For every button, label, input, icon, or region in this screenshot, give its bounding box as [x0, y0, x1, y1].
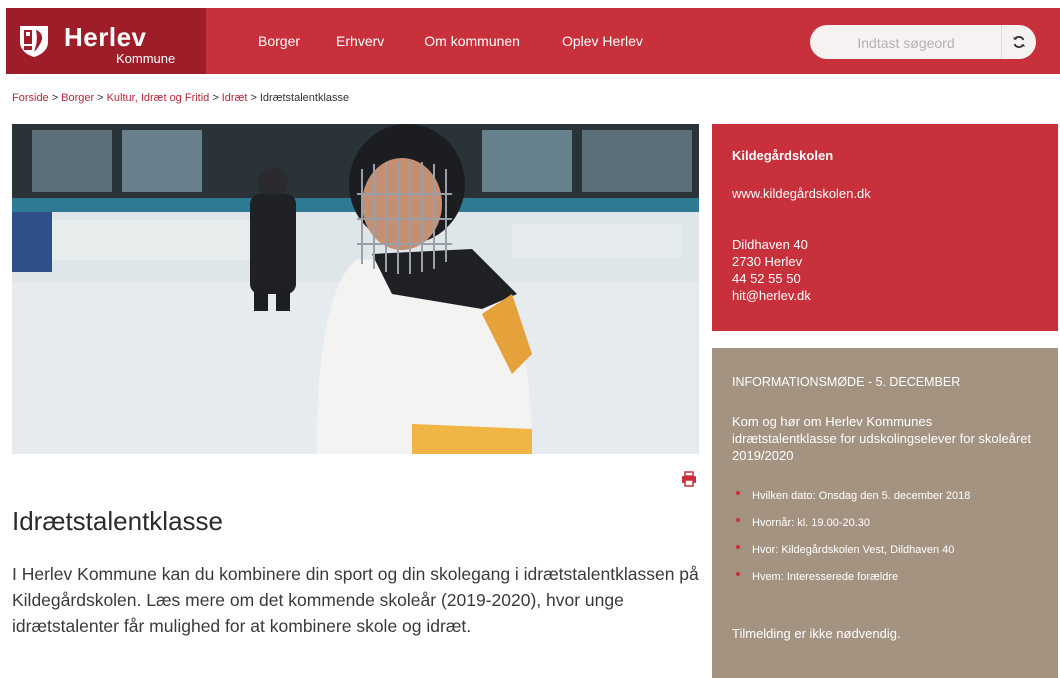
breadcrumb-link-idraet[interactable]: Idræt	[222, 92, 248, 104]
info-title: INFORMATIONSMØDE - 5. DECEMBER	[732, 375, 961, 389]
info-note: Tilmelding er ikke nødvendig.	[732, 626, 901, 641]
refresh-icon	[1013, 36, 1025, 48]
page-title: Idrætstalentklasse	[12, 506, 223, 536]
breadcrumb-separator: >	[250, 92, 257, 104]
breadcrumb-separator: >	[212, 92, 219, 104]
list-item: Hvilken dato: Onsdag den 5. december 201…	[732, 488, 970, 515]
list-item-text: Hvilken dato: Onsdag den 5. december 201…	[752, 490, 971, 502]
bullet-icon	[736, 545, 740, 549]
list-item: Hvornår: kl. 19.00-20.30	[732, 515, 970, 542]
breadcrumb-separator: >	[97, 92, 104, 104]
search-input[interactable]	[824, 29, 988, 57]
list-item-text: Hvor: Kildegårdskolen Vest, Dildhaven 40	[752, 544, 955, 556]
breadcrumb-link-borger[interactable]: Borger	[61, 92, 94, 104]
contact-website-link[interactable]: www.kildegårdskolen.dk	[732, 186, 871, 201]
nav-item-erhverv[interactable]: Erhverv	[336, 33, 384, 49]
info-description: Kom og hør om Herlev Kommunes idrætstale…	[732, 414, 1032, 463]
info-meeting-card: INFORMATIONSMØDE - 5. DECEMBER Kom og hø…	[712, 348, 1058, 678]
main-nav: Borger Erhverv Om kommunen Oplev Herlev	[236, 8, 679, 74]
breadcrumb-separator: >	[51, 92, 59, 104]
list-item-text: Hvem: Interesserede forældre	[752, 571, 899, 583]
info-list: Hvilken dato: Onsdag den 5. december 201…	[732, 488, 970, 596]
contact-card: Kildegårdskolen www.kildegårdskolen.dk D…	[712, 124, 1058, 331]
hockey-photo	[12, 124, 699, 454]
page: Herlev Kommune Borger Erhverv Om kommune…	[0, 0, 1060, 678]
bullet-icon	[736, 491, 740, 495]
herlev-coat-of-arms-icon	[20, 26, 48, 57]
nav-item-oplev-herlev[interactable]: Oplev Herlev	[562, 33, 643, 49]
bullet-icon	[736, 518, 740, 522]
breadcrumb-current: Idrætstalentklasse	[259, 92, 350, 104]
phone-line: 44 52 55 50	[732, 271, 801, 286]
logo-subtitle: Kommune	[116, 51, 176, 66]
address-line: 2730 Herlev	[732, 254, 803, 269]
email-link[interactable]: hit@herlev.dk	[732, 287, 811, 304]
article-intro: I Herlev Kommune kan du kombinere din sp…	[12, 564, 699, 636]
nav-item-om-kommunen[interactable]: Om kommunen	[424, 33, 520, 49]
bullet-icon	[736, 572, 740, 576]
address-line: Dildhaven 40	[732, 237, 808, 252]
breadcrumb: Forside > Borger > Kultur, Idræt og Fritid > I…	[12, 92, 349, 104]
list-item-text: Hvornår: kl. 19.00-20.30	[752, 517, 871, 529]
list-item: Hvor: Kildegårdskolen Vest, Dildhaven 40	[732, 542, 970, 569]
logo-name: Herlev	[64, 22, 147, 52]
hero-image	[12, 124, 699, 454]
breadcrumb-link-forside[interactable]: Forside	[12, 92, 49, 104]
nav-item-borger[interactable]: Borger	[258, 33, 300, 49]
search-button[interactable]	[1001, 25, 1036, 59]
list-item: Hvem: Interesserede forældre	[732, 569, 970, 596]
search-box	[810, 25, 1036, 59]
site-header: Herlev Kommune Borger Erhverv Om kommune…	[6, 8, 1060, 74]
contact-title: Kildegårdskolen	[732, 148, 834, 163]
print-icon[interactable]	[681, 471, 697, 487]
logo-link[interactable]: Herlev Kommune	[6, 8, 206, 74]
breadcrumb-link-kultur[interactable]: Kultur, Idræt og Fritid	[107, 92, 210, 104]
contact-address: Dildhaven 40 2730 Herlev 44 52 55 50 hit…	[732, 236, 811, 304]
